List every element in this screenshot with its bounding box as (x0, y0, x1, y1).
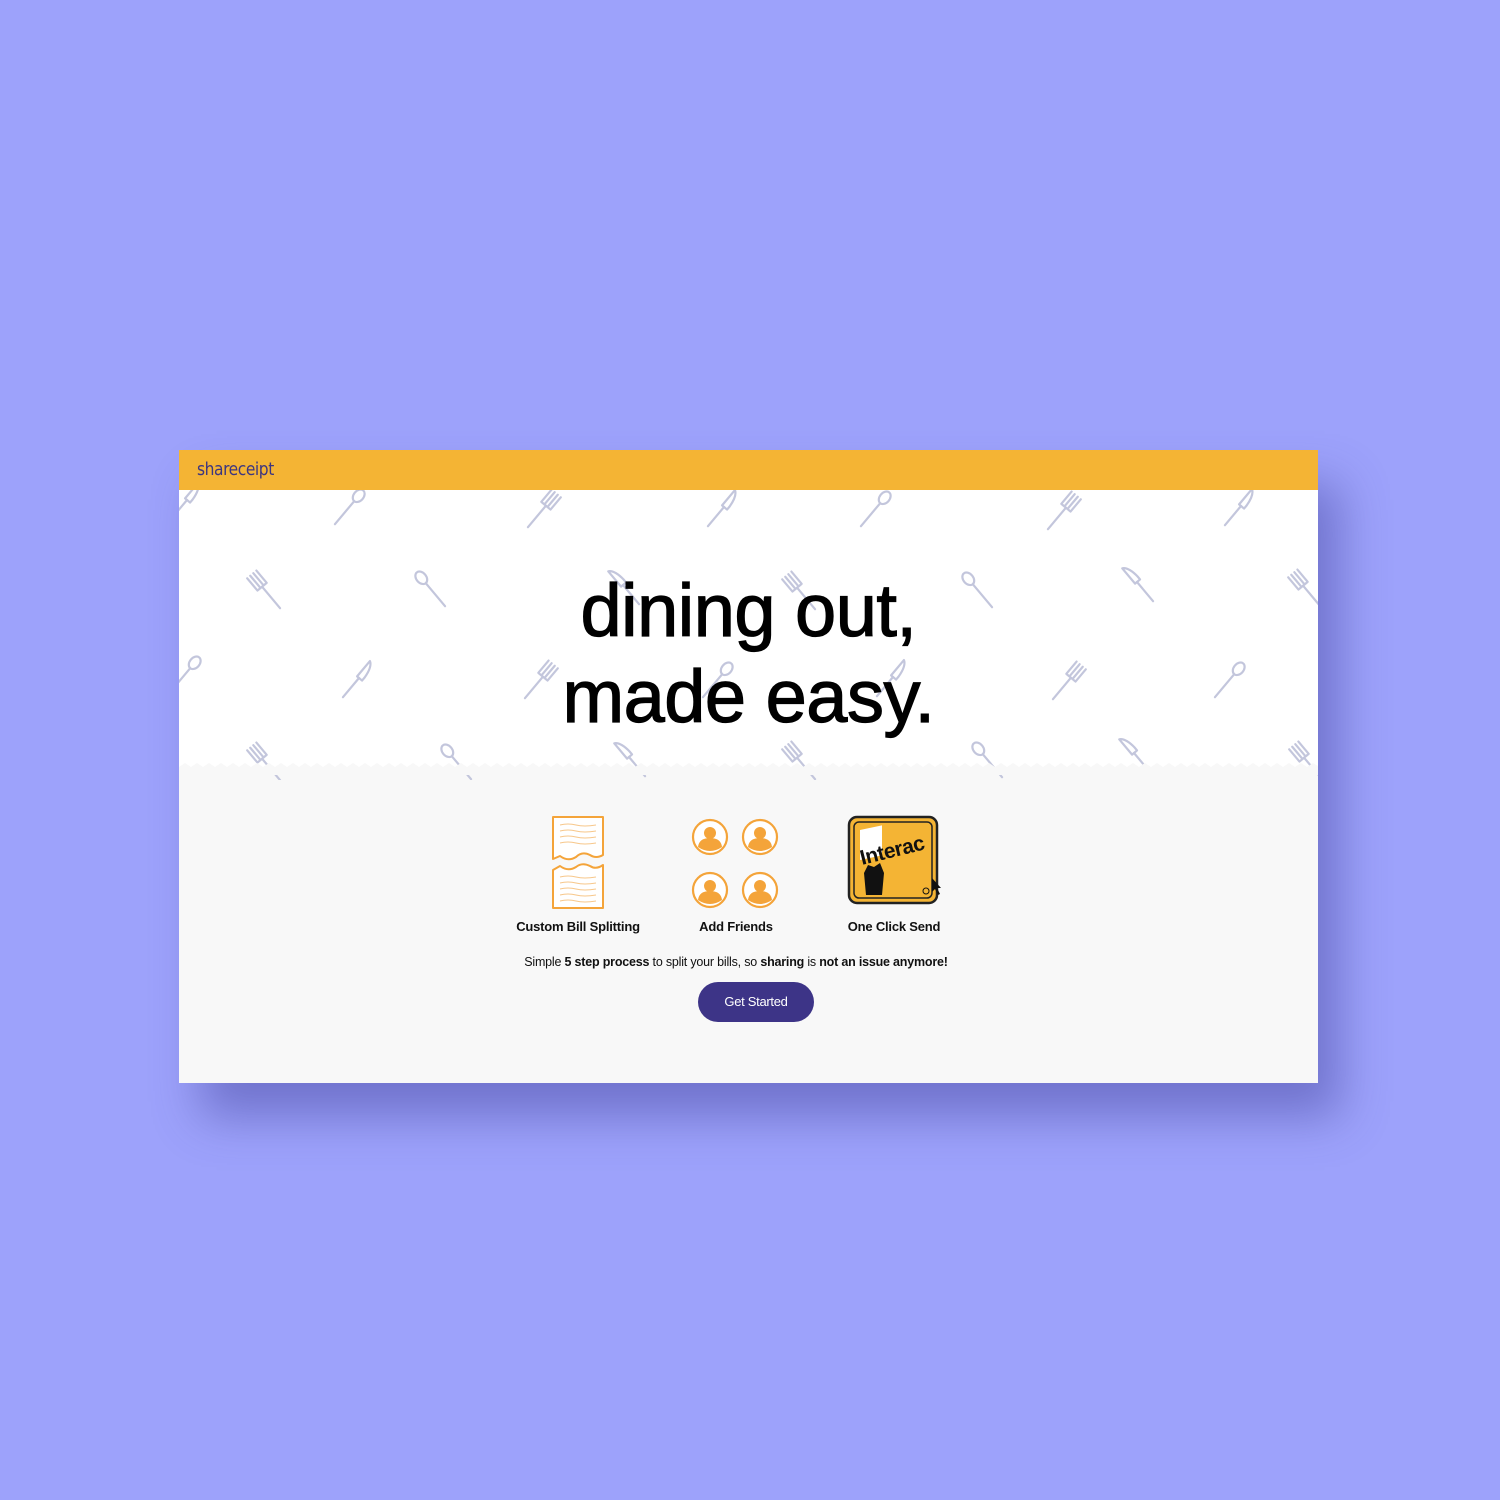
headline-line-1: dining out, (580, 568, 918, 652)
friend-avatar-icon (741, 871, 779, 909)
friend-avatar-icon (691, 871, 729, 909)
browser-window: shareceipt dining out, made easy. Custom… (179, 450, 1318, 1083)
feature-custom-bill-splitting: Custom Bill Splitting (493, 815, 663, 934)
tagline-text: Simple (524, 954, 565, 969)
tagline-emphasis: 5 step process (564, 954, 650, 969)
hero-section: dining out, made easy. (179, 490, 1318, 780)
tagline-text: is (804, 954, 820, 969)
top-navbar: shareceipt (179, 450, 1318, 490)
headline-line-2: made easy. (562, 654, 936, 738)
tagline-text: to split your bills, so (649, 954, 761, 969)
knife-icon (704, 490, 742, 530)
brand-logo[interactable]: shareceipt (197, 459, 274, 480)
fork-icon (1042, 490, 1082, 535)
hero-headline: dining out, made easy. (179, 568, 1318, 740)
feature-one-click-send: Interac One Click Send (809, 815, 979, 934)
friend-avatar-icon (741, 818, 779, 856)
feature-add-friends: Add Friends (651, 815, 821, 934)
spoon-icon (330, 490, 369, 529)
feature-label: One Click Send (847, 919, 941, 934)
feature-label: Add Friends (699, 919, 773, 934)
interac-logo: Interac (847, 815, 941, 905)
torn-receipt-icon (552, 816, 604, 909)
spoon-icon (856, 490, 895, 531)
tagline: Simple 5 step process to split your bill… (179, 955, 1293, 969)
friend-avatar-icon (691, 818, 729, 856)
tagline-emphasis: not an issue anymore! (819, 954, 948, 969)
knife-icon (1221, 490, 1259, 529)
knife-icon (179, 490, 205, 523)
feature-label: Custom Bill Splitting (516, 919, 640, 934)
get-started-button[interactable]: Get Started (698, 982, 814, 1022)
torn-edge-divider (179, 763, 1318, 775)
fork-icon (522, 490, 562, 533)
tagline-emphasis: sharing (760, 954, 805, 969)
friends-icon (691, 818, 779, 909)
